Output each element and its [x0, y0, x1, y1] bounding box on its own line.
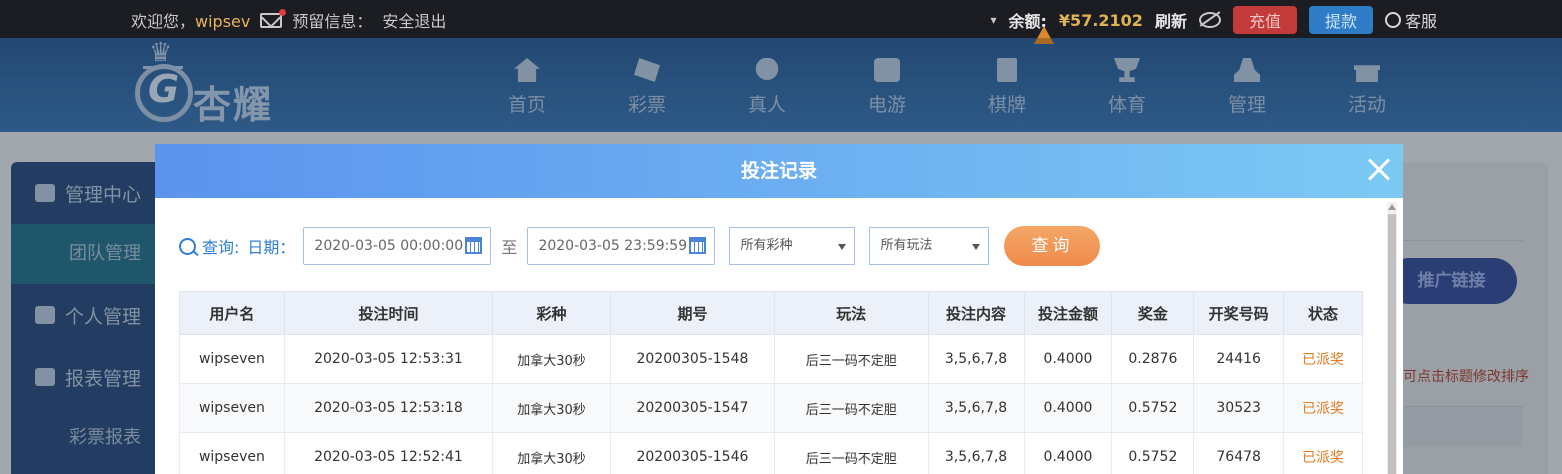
bet-records-table: 用户名 投注时间 彩种 期号 玩法 投注内容 投注金额 奖金 开奖号码 状态 w… — [179, 291, 1364, 474]
cell-issue: 20200305-1547 — [609, 383, 776, 433]
start-date-value: 2020-03-05 00:00:00 — [314, 238, 464, 254]
cell-prize: 0.5752 — [1111, 432, 1195, 474]
top-bar-left: 欢迎您，wipsev 预留信息： 安全退出 — [131, 8, 446, 32]
table-row[interactable]: wipseven 2020-03-05 12:52:41 加拿大30秒 2020… — [179, 432, 1364, 474]
cell-username: wipseven — [179, 334, 285, 384]
query-button[interactable]: 查询 — [1004, 226, 1101, 266]
calendar-icon[interactable] — [465, 237, 483, 254]
query-bar: 查询: 日期： 2020-03-05 00:00:00 至 2020-03-05… — [179, 226, 1101, 266]
cell-status: 已派奖 — [1282, 383, 1364, 433]
modal-scrollbar[interactable] — [1387, 202, 1397, 474]
cell-amount: 0.4000 — [1023, 383, 1113, 433]
lottery-type-select[interactable]: 所有彩种 — [729, 227, 856, 265]
username: wipsev — [195, 12, 251, 31]
column-header[interactable]: 开奖号码 — [1193, 291, 1284, 335]
cell-username: wipseven — [179, 383, 285, 433]
calendar-icon[interactable] — [689, 237, 707, 254]
eye-off-icon[interactable] — [1198, 12, 1221, 28]
cell-prize: 0.5752 — [1111, 383, 1195, 433]
cell-bet-time: 2020-03-05 12:53:18 — [283, 383, 494, 433]
balance-label: 余额: — [1008, 12, 1047, 31]
table-row[interactable]: wipseven 2020-03-05 12:53:18 加拿大30秒 2020… — [179, 383, 1364, 433]
column-header[interactable]: 期号 — [609, 291, 776, 335]
cell-amount: 0.4000 — [1023, 432, 1113, 474]
table-header-row: 用户名 投注时间 彩种 期号 玩法 投注内容 投注金额 奖金 开奖号码 状态 — [179, 291, 1364, 335]
chevron-down-icon[interactable]: ▾ — [990, 13, 996, 27]
cell-amount: 0.4000 — [1023, 334, 1113, 384]
chevron-down-icon — [838, 244, 847, 250]
chat-icon — [1384, 12, 1401, 28]
withdraw-button[interactable]: 提款 — [1308, 6, 1373, 34]
notification-dot — [279, 8, 287, 16]
cell-draw-number: 76478 — [1193, 432, 1284, 474]
scroll-up-icon[interactable] — [1388, 204, 1396, 210]
cell-lottery: 加拿大30秒 — [492, 432, 611, 474]
cell-lottery: 加拿大30秒 — [492, 334, 611, 384]
date-separator: 至 — [501, 238, 518, 257]
cell-status: 已派奖 — [1282, 432, 1364, 474]
cell-issue: 20200305-1548 — [609, 334, 776, 384]
cell-lottery: 加拿大30秒 — [492, 383, 611, 433]
cell-bet-time: 2020-03-05 12:53:31 — [283, 334, 494, 384]
cell-content: 3,5,6,7,8 — [927, 334, 1025, 384]
deposit-button[interactable]: 充值 — [1232, 6, 1297, 34]
table-row[interactable]: wipseven 2020-03-05 12:53:31 加拿大30秒 2020… — [179, 334, 1364, 384]
cell-play: 后三一码不定胆 — [774, 334, 929, 384]
cell-play: 后三一码不定胆 — [774, 432, 929, 474]
cell-play: 后三一码不定胆 — [774, 383, 929, 433]
query-label: 查询: — [202, 238, 240, 257]
modal-title: 投注记录 — [740, 160, 817, 182]
column-header[interactable]: 投注时间 — [283, 291, 494, 335]
cell-prize: 0.2876 — [1111, 334, 1195, 384]
cell-content: 3,5,6,7,8 — [927, 383, 1025, 433]
cell-username: wipseven — [179, 432, 285, 474]
reserve-info[interactable]: 预留信息： — [292, 8, 372, 32]
cell-draw-number: 24416 — [1193, 334, 1284, 384]
column-header[interactable]: 投注内容 — [927, 291, 1025, 335]
logout-link[interactable]: 安全退出 — [382, 8, 446, 32]
refresh-button[interactable]: 刷新 — [1155, 8, 1187, 32]
chevron-down-icon — [972, 244, 981, 250]
mail-icon[interactable] — [260, 8, 287, 28]
cell-content: 3,5,6,7,8 — [927, 432, 1025, 474]
cell-draw-number: 30523 — [1193, 383, 1284, 433]
play-type-select[interactable]: 所有玩法 — [869, 227, 990, 265]
customer-service-label: 客服 — [1404, 12, 1437, 31]
scrollbar-thumb[interactable] — [1388, 214, 1396, 474]
cell-bet-time: 2020-03-05 12:52:41 — [283, 432, 494, 474]
end-date-value: 2020-03-05 23:59:59 — [538, 238, 688, 254]
balance-value: ¥57.2102 — [1058, 10, 1143, 30]
column-header[interactable]: 玩法 — [774, 291, 929, 335]
column-header[interactable]: 状态 — [1282, 291, 1364, 335]
modal-header: 投注记录 — [155, 144, 1403, 198]
close-icon[interactable] — [1367, 158, 1391, 182]
column-header[interactable]: 奖金 — [1111, 291, 1195, 335]
lottery-type-value: 所有彩种 — [740, 238, 793, 253]
start-date-input[interactable]: 2020-03-05 00:00:00 — [303, 227, 492, 265]
column-header[interactable]: 彩种 — [492, 291, 611, 335]
top-bar: 欢迎您，wipsev 预留信息： 安全退出 ▾ 余额: ¥57.2102 刷新 … — [0, 0, 1562, 38]
play-type-value: 所有玩法 — [880, 238, 933, 253]
column-header[interactable]: 投注金额 — [1023, 291, 1113, 335]
date-label: 日期： — [247, 238, 296, 257]
cell-issue: 20200305-1546 — [609, 432, 776, 474]
welcome-label: 欢迎您， — [131, 12, 196, 31]
welcome-text: 欢迎您，wipsev — [131, 8, 250, 32]
column-header[interactable]: 用户名 — [179, 291, 285, 335]
cell-status: 已派奖 — [1282, 334, 1364, 384]
customer-service-button[interactable]: 客服 — [1384, 8, 1437, 32]
top-bar-right: ▾ 余额: ¥57.2102 刷新 充值 提款 客服 — [990, 6, 1437, 34]
bet-records-modal: 投注记录 查询: 日期： 2020-03-05 00:00:00 至 2020-… — [155, 144, 1403, 474]
end-date-input[interactable]: 2020-03-05 23:59:59 — [527, 227, 716, 265]
search-icon — [179, 237, 196, 255]
